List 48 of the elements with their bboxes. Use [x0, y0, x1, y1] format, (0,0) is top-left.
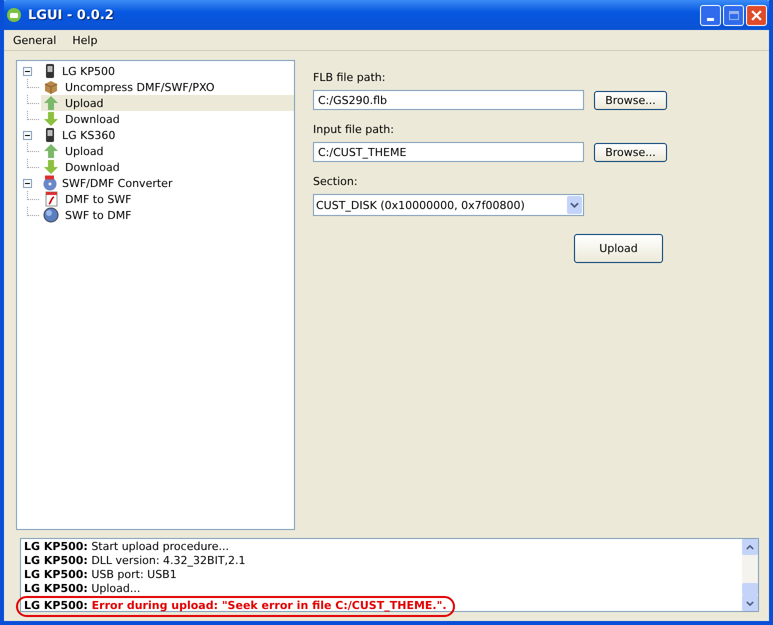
minimize-icon	[707, 18, 714, 20]
close-button[interactable]	[746, 4, 767, 26]
up-arrow-icon	[43, 95, 59, 111]
minimize-button[interactable]	[700, 4, 721, 26]
tree-item[interactable]: Download	[21, 111, 294, 127]
disc-icon	[42, 175, 58, 191]
menu-item[interactable]: General	[6, 34, 64, 46]
scroll-thumb[interactable]	[742, 583, 758, 595]
down-arrow-icon	[43, 111, 59, 127]
collapse-icon[interactable]	[23, 178, 32, 188]
tree-item[interactable]: Download	[21, 159, 294, 175]
app-icon	[6, 7, 22, 23]
log-line: LG KP500: Upload...	[24, 582, 142, 596]
field-label: FLB file path:	[313, 71, 386, 84]
up-arrow-icon	[43, 143, 59, 159]
input-field[interactable]: C:/GS290.flb	[313, 90, 584, 110]
close-icon	[751, 10, 762, 20]
tree-item[interactable]: Uncompress DMF/SWF/PXO	[21, 79, 294, 95]
log-line: LG KP500: DLL version: 4.32_32BIT,2.1	[24, 554, 247, 568]
document-icon	[43, 191, 59, 207]
tree-item[interactable]: SWF to DMF	[21, 207, 294, 223]
tree-item[interactable]: Upload	[21, 143, 294, 159]
collapse-icon[interactable]	[23, 130, 32, 140]
section-dropdown[interactable]: CUST_DISK (0x10000000, 0x7f00800)	[313, 194, 584, 216]
tree-item[interactable]: LG KS360	[21, 127, 294, 143]
error-log-line: LG KP500: Error during upload: "Seek error in file C:/CUST_THEME.".	[16, 596, 455, 617]
field-label: Section:	[313, 175, 359, 188]
globe-icon	[43, 207, 59, 223]
log-line: LG KP500: Start upload procedure...	[24, 540, 230, 554]
window-title: LGUI - 0.0.2	[28, 8, 115, 22]
field-label: Input file path:	[313, 123, 395, 136]
scrollbar[interactable]	[742, 539, 758, 611]
browse-button[interactable]: Browse...	[594, 90, 667, 110]
maximize-button[interactable]	[723, 4, 744, 26]
browse-button[interactable]: Browse...	[594, 142, 667, 162]
menu-item[interactable]: Help	[65, 34, 104, 46]
maximize-icon	[728, 10, 738, 20]
tree-item[interactable]: SWF/DMF Converter	[21, 175, 294, 191]
collapse-icon[interactable]	[23, 66, 32, 76]
down-arrow-icon	[43, 159, 59, 175]
scroll-down-icon[interactable]	[742, 595, 758, 611]
tree-item[interactable]: LG KP500	[21, 63, 294, 79]
tree-item[interactable]: DMF to SWF	[21, 191, 294, 207]
box-icon	[43, 79, 59, 95]
log-line: LG KP500: USB port: USB1	[24, 568, 178, 582]
input-field[interactable]: C:/CUST_THEME	[313, 142, 584, 162]
scroll-up-icon[interactable]	[742, 539, 758, 555]
upload-button[interactable]: Upload	[574, 234, 663, 263]
